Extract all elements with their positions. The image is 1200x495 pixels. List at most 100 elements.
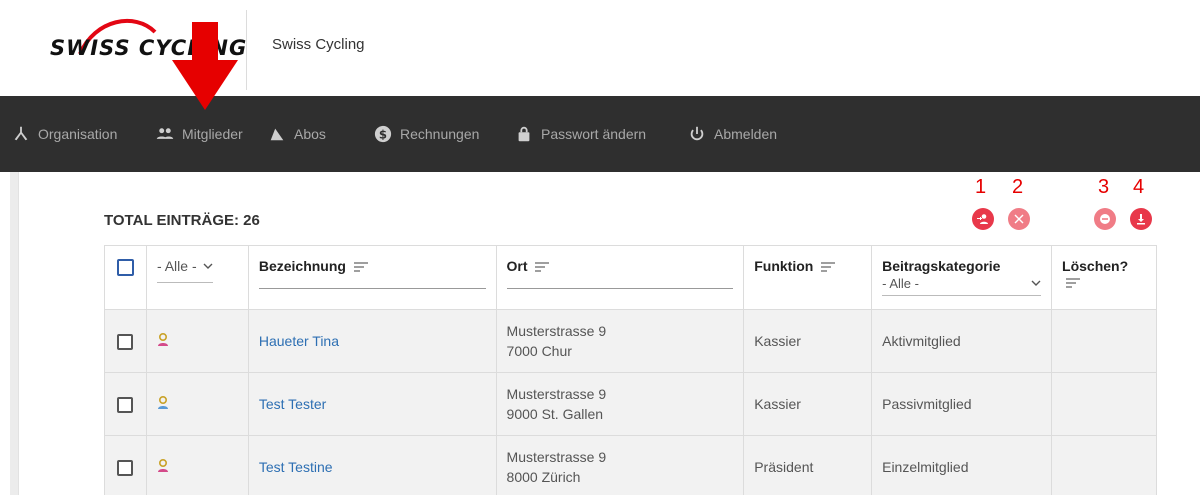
sort-icon[interactable] [353, 262, 368, 272]
nav-label: Abmelden [714, 126, 778, 142]
members-table: - Alle - Bezeichnung Ort Funktion Beitra… [104, 245, 1157, 495]
header-ort-label: Ort [506, 258, 528, 274]
sort-icon[interactable] [1066, 278, 1081, 288]
nav-abmelden[interactable]: Abmelden [688, 124, 777, 144]
chevron-down-icon [1031, 280, 1041, 286]
left-rail [10, 172, 18, 495]
address-city: 7000 Chur [506, 343, 572, 359]
person-female-icon [157, 458, 168, 472]
power-icon [690, 126, 704, 141]
header-funktion-label: Funktion [754, 258, 814, 274]
add-member-button[interactable] [972, 208, 994, 230]
row-select-cell [104, 372, 147, 436]
person-male-icon [157, 395, 168, 409]
person-female-icon [157, 332, 168, 346]
select-all-checkbox[interactable] [116, 258, 134, 276]
table-row[interactable]: Test Tester Musterstrasse 9 9000 St. Gall… [104, 372, 1157, 436]
content-border [18, 172, 19, 495]
nav-label: Rechnungen [400, 126, 480, 142]
row-name-cell: Test Tester [247, 372, 497, 436]
lock-icon [518, 126, 530, 142]
annotation-4: 4 [1133, 176, 1145, 198]
member-name-link[interactable]: Test Testine [259, 459, 333, 475]
minus-icon [1100, 214, 1110, 224]
address-street: Musterstrasse 9 [506, 386, 607, 402]
nav-label: Organisation [38, 126, 118, 142]
header-name-cell: Bezeichnung [247, 245, 497, 310]
row-checkbox[interactable] [117, 396, 134, 413]
nav-label: Mitglieder [182, 126, 243, 142]
nav-label: Passwort ändern [541, 126, 647, 142]
header-name-label: Bezeichnung [258, 258, 346, 274]
row-ort-cell: Musterstrasse 9 7000 Chur [495, 309, 745, 373]
deactivate-button[interactable] [1094, 208, 1116, 230]
member-name-link[interactable]: Haueter Tina [259, 333, 339, 349]
member-name-link[interactable]: Test Tester [259, 396, 326, 412]
row-select-cell [104, 435, 147, 495]
organisation-name: Swiss Cycling [272, 36, 365, 53]
ort-filter-input[interactable] [506, 288, 734, 289]
add-member-icon [977, 214, 988, 224]
row-loeschen-cell [1051, 435, 1157, 495]
header-funktion-cell: Funktion [743, 245, 873, 310]
organisation-icon [14, 126, 28, 141]
row-funktion-cell: Kassier [743, 309, 873, 373]
nav-abos[interactable]: Abos [268, 124, 326, 144]
status-filter-select[interactable]: - Alle - [156, 258, 213, 283]
sort-icon[interactable] [821, 262, 836, 272]
nav-rechnungen[interactable]: $ Rechnungen [374, 124, 479, 144]
abos-icon [270, 128, 284, 141]
dollar-icon: $ [374, 125, 392, 143]
row-funktion-cell: Präsident [743, 435, 873, 495]
annotation-arrow-icon [172, 22, 238, 110]
row-checkbox[interactable] [117, 333, 134, 350]
remove-button[interactable] [1008, 208, 1030, 230]
nav-label: Abos [294, 126, 326, 142]
annotation-1: 1 [975, 176, 987, 198]
header-kategorie-cell: Beitragskategorie - Alle - [871, 245, 1053, 310]
header-divider [246, 10, 247, 90]
row-status-cell [145, 435, 249, 495]
sort-icon[interactable] [535, 262, 550, 272]
row-ort-cell: Musterstrasse 9 9000 St. Gallen [495, 372, 745, 436]
row-kategorie-cell: Einzelmitglied [871, 435, 1053, 495]
nav-passwort[interactable]: Passwort ändern [515, 124, 646, 144]
row-select-cell [104, 309, 147, 373]
download-icon [1137, 214, 1145, 225]
address-street: Musterstrasse 9 [506, 449, 607, 465]
row-status-cell [145, 309, 249, 373]
header-loeschen-label: Löschen? [1062, 258, 1129, 274]
address-street: Musterstrasse 9 [506, 323, 607, 339]
row-status-cell [145, 372, 249, 436]
address-city: 9000 St. Gallen [506, 406, 604, 422]
members-icon [156, 128, 174, 139]
annotation-2: 2 [1012, 176, 1024, 198]
export-button[interactable] [1130, 208, 1152, 230]
table-header-row: - Alle - Bezeichnung Ort Funktion Beitra… [104, 245, 1157, 310]
close-icon [1014, 214, 1024, 224]
chevron-down-icon [203, 263, 213, 269]
table-row[interactable]: Test Testine Musterstrasse 9 8000 Zürich … [104, 435, 1157, 495]
nav-mitglieder[interactable]: Mitglieder [156, 124, 243, 144]
row-checkbox[interactable] [117, 459, 134, 476]
header-loeschen-cell: Löschen? [1051, 245, 1157, 310]
row-loeschen-cell [1051, 372, 1157, 436]
header-status-cell: - Alle - [145, 245, 249, 310]
row-loeschen-cell [1051, 309, 1157, 373]
total-entries: TOTAL EINTRÄGE: 26 [104, 212, 260, 229]
annotation-3: 3 [1098, 176, 1110, 198]
row-funktion-cell: Kassier [743, 372, 873, 436]
row-name-cell: Test Testine [247, 435, 497, 495]
svg-text:$: $ [379, 128, 387, 142]
row-kategorie-cell: Passivmitglied [871, 372, 1053, 436]
header-kategorie-label: Beitragskategorie [882, 258, 1001, 274]
header-select-cell [104, 245, 147, 310]
status-filter-value: - Alle - [156, 258, 197, 274]
nav-organisation[interactable]: Organisation [12, 124, 117, 144]
table-row[interactable]: Haueter Tina Musterstrasse 9 7000 Chur Ka… [104, 309, 1157, 373]
kategorie-filter-select[interactable]: - Alle - [882, 276, 1042, 296]
row-name-cell: Haueter Tina [247, 309, 497, 373]
address-city: 8000 Zürich [506, 469, 581, 485]
header-ort-cell: Ort [495, 245, 745, 310]
name-filter-input[interactable] [258, 288, 486, 289]
